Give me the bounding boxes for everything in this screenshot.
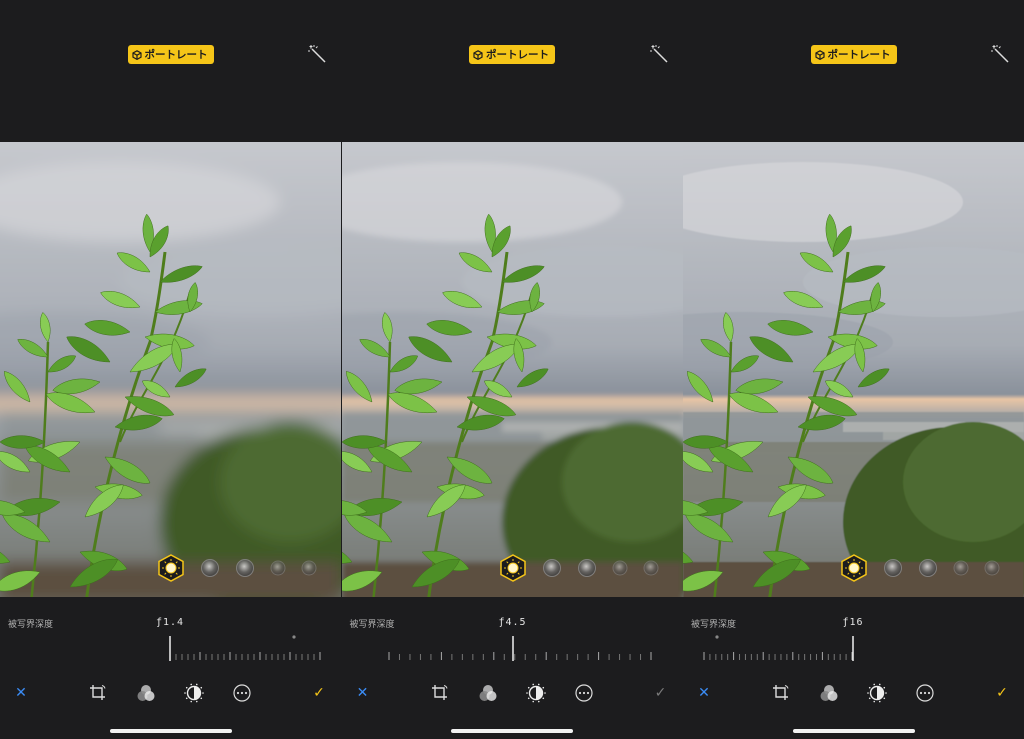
natural-light-option[interactable] bbox=[840, 554, 868, 582]
default-value-dot bbox=[292, 635, 296, 639]
editor-panel: ポートレート 被写界深度 ƒ16 ✕ ✓ bbox=[683, 0, 1024, 739]
contour-light-option[interactable] bbox=[236, 559, 254, 577]
cube-icon bbox=[473, 49, 483, 60]
more-icon bbox=[233, 684, 251, 702]
depth-slider[interactable] bbox=[683, 633, 1024, 663]
depth-of-field-label: 被写界深度 bbox=[8, 620, 54, 630]
home-indicator bbox=[792, 729, 915, 733]
cube-icon bbox=[131, 49, 142, 60]
photo-preview[interactable] bbox=[0, 142, 341, 597]
aperture-value: ƒ1.4 bbox=[155, 617, 185, 628]
home-indicator bbox=[109, 729, 232, 733]
magic-wand-icon[interactable] bbox=[990, 44, 1010, 64]
stage-mono-option[interactable] bbox=[984, 560, 1000, 576]
mode-label: ポートレート bbox=[486, 49, 549, 61]
stage-light-option[interactable] bbox=[612, 560, 627, 576]
portrait-mode-badge[interactable]: ポートレート bbox=[127, 45, 214, 64]
edit-toolbar: ✕ ✓ bbox=[342, 678, 683, 708]
home-indicator bbox=[451, 729, 573, 733]
depth-slider[interactable] bbox=[0, 633, 341, 663]
adjust-button[interactable] bbox=[184, 683, 204, 703]
stage-mono-option[interactable] bbox=[643, 560, 658, 576]
checkmark-icon: ✓ bbox=[313, 685, 325, 701]
more-button[interactable] bbox=[232, 683, 252, 703]
more-button[interactable] bbox=[574, 683, 594, 703]
depth-of-field-label: 被写界深度 bbox=[349, 620, 395, 630]
default-value-dot bbox=[715, 635, 719, 639]
crop-rotate-icon bbox=[773, 685, 789, 700]
filters-button[interactable] bbox=[478, 684, 498, 702]
checkmark-icon: ✓ bbox=[996, 685, 1008, 701]
crop-button[interactable] bbox=[431, 684, 449, 702]
adjust-dial-icon bbox=[184, 683, 204, 703]
aperture-value: ƒ4.5 bbox=[498, 617, 527, 628]
natural-light-icon bbox=[158, 554, 184, 582]
more-icon bbox=[916, 684, 934, 702]
filters-button[interactable] bbox=[819, 684, 839, 702]
magic-wand-icon[interactable] bbox=[307, 44, 327, 64]
cancel-button[interactable]: ✕ bbox=[698, 685, 710, 701]
checkmark-icon: ✓ bbox=[654, 685, 667, 701]
adjust-dial-icon bbox=[867, 683, 887, 703]
filters-button[interactable] bbox=[136, 684, 156, 702]
editor-panel: ポートレート 被写界深度 ƒ4.5 ✕ ✓ bbox=[341, 0, 683, 739]
magic-wand-icon[interactable] bbox=[649, 44, 669, 64]
more-button[interactable] bbox=[915, 683, 935, 703]
cancel-button[interactable]: ✕ bbox=[357, 685, 369, 701]
cube-icon bbox=[814, 49, 825, 60]
mode-label: ポートレート bbox=[827, 49, 891, 61]
close-icon: ✕ bbox=[698, 685, 710, 701]
filters-icon bbox=[137, 685, 155, 701]
contour-light-option[interactable] bbox=[919, 559, 937, 577]
crop-button[interactable] bbox=[89, 684, 107, 702]
close-icon: ✕ bbox=[15, 685, 27, 701]
crop-rotate-icon bbox=[90, 685, 106, 700]
depth-of-field-label: 被写界深度 bbox=[691, 620, 737, 630]
done-button[interactable]: ✓ bbox=[313, 685, 325, 701]
editor-panel: ポートレート 被写界深度 ƒ1.4 ✕ ✓ bbox=[0, 0, 341, 739]
stage-mono-option[interactable] bbox=[301, 560, 317, 576]
done-button[interactable]: ✓ bbox=[996, 685, 1008, 701]
filters-icon bbox=[820, 685, 838, 701]
edit-toolbar: ✕ ✓ bbox=[683, 678, 1024, 708]
filters-icon bbox=[479, 685, 496, 701]
studio-light-option[interactable] bbox=[884, 559, 902, 577]
natural-light-icon bbox=[499, 554, 526, 582]
portrait-mode-badge[interactable]: ポートレート bbox=[810, 45, 897, 64]
adjust-button[interactable] bbox=[867, 683, 887, 703]
crop-button[interactable] bbox=[772, 684, 790, 702]
studio-light-option[interactable] bbox=[542, 559, 561, 577]
natural-light-option[interactable] bbox=[157, 554, 185, 582]
cancel-button[interactable]: ✕ bbox=[15, 685, 27, 701]
stage-light-option[interactable] bbox=[270, 560, 286, 576]
more-icon bbox=[574, 684, 593, 702]
stage-light-option[interactable] bbox=[953, 560, 969, 576]
aperture-value: ƒ16 bbox=[842, 617, 864, 628]
crop-rotate-icon bbox=[431, 685, 447, 700]
photo-preview[interactable] bbox=[683, 142, 1024, 597]
natural-light-icon bbox=[841, 554, 867, 582]
portrait-lighting-selector[interactable] bbox=[342, 553, 683, 583]
portrait-mode-badge[interactable]: ポートレート bbox=[469, 45, 555, 64]
done-button[interactable]: ✓ bbox=[655, 685, 667, 701]
close-icon: ✕ bbox=[356, 685, 369, 701]
mode-label: ポートレート bbox=[144, 49, 208, 61]
studio-light-option[interactable] bbox=[201, 559, 219, 577]
depth-slider[interactable] bbox=[342, 633, 683, 663]
screenshot-triptych: ポートレート 被写界深度 ƒ1.4 ✕ ✓ ポートレート 被写界深度 ƒ4.5 … bbox=[0, 0, 1024, 739]
edit-toolbar: ✕ ✓ bbox=[0, 678, 341, 708]
portrait-lighting-selector[interactable] bbox=[0, 553, 341, 583]
photo-preview[interactable] bbox=[341, 142, 683, 597]
portrait-lighting-selector[interactable] bbox=[683, 553, 1024, 583]
natural-light-option[interactable] bbox=[499, 554, 527, 582]
contour-light-option[interactable] bbox=[577, 559, 596, 577]
adjust-button[interactable] bbox=[525, 683, 546, 703]
adjust-dial-icon bbox=[525, 683, 546, 703]
